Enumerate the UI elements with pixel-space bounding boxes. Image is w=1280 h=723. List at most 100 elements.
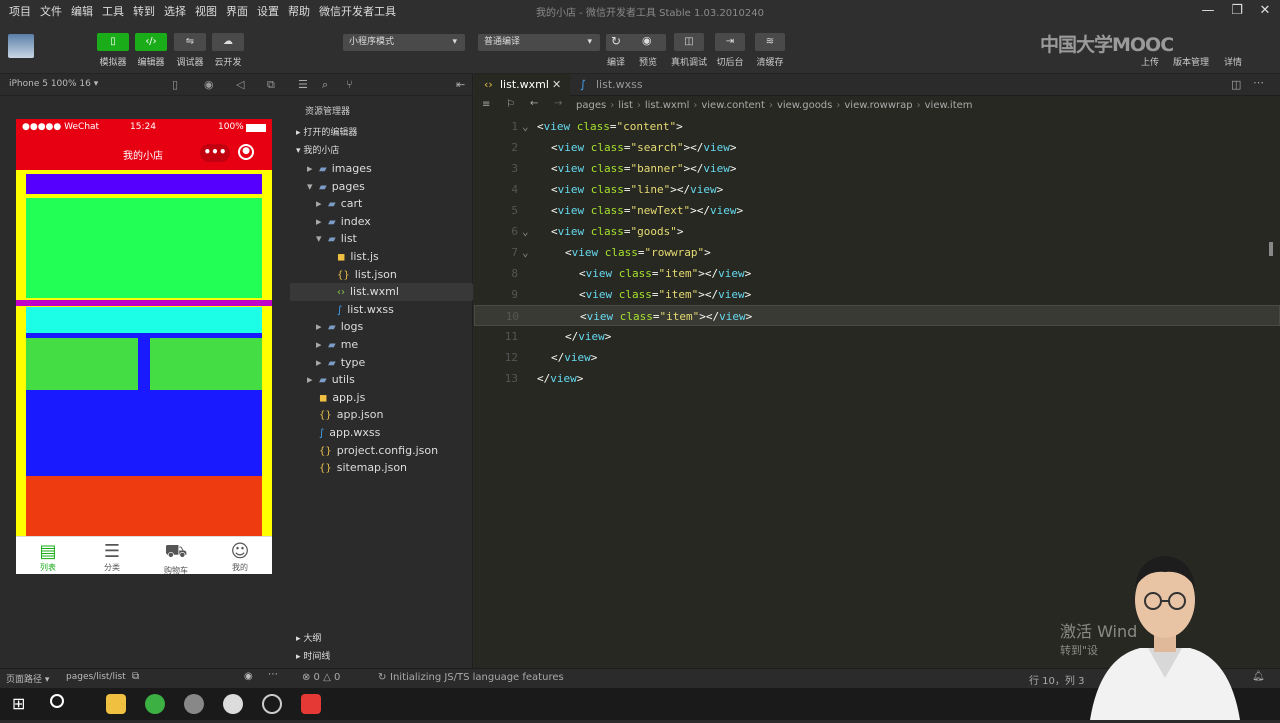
debugger-toggle-icon[interactable]: ⇋: [174, 33, 206, 51]
tree-item-sitemap-json[interactable]: {} sitemap.json: [290, 459, 473, 477]
tree-item-logs[interactable]: ▸ ▰ logs: [290, 318, 473, 336]
background-icon[interactable]: ⇥: [715, 33, 745, 51]
more-icon[interactable]: ⋯: [1253, 76, 1264, 89]
tree-item-pages[interactable]: ▾ ▰ pages: [290, 178, 473, 196]
code-line[interactable]: 10 <view class="item"></view>: [474, 305, 1280, 326]
breadcrumb-item[interactable]: view.goods: [777, 100, 832, 111]
code-line[interactable]: 13 </view>: [474, 368, 1280, 389]
fold-icon[interactable]: ⌄: [522, 116, 529, 137]
search-icon[interactable]: [50, 694, 64, 708]
xmind-icon[interactable]: [301, 694, 321, 714]
chrome-icon[interactable]: [262, 694, 282, 714]
page-path-select[interactable]: 页面路径 ▾: [6, 672, 49, 685]
breadcrumb-item[interactable]: view.item: [925, 100, 973, 111]
collapse-icon[interactable]: ⇤: [456, 78, 465, 91]
preview-label[interactable]: 预览: [626, 55, 670, 68]
breadcrumb-item[interactable]: pages: [576, 100, 606, 111]
forward-icon[interactable]: →: [554, 98, 562, 109]
tree-item-list-wxml[interactable]: ‹› list.wxml: [290, 283, 473, 302]
tree-item-list-js[interactable]: ◼ list.js: [290, 248, 473, 266]
fold-icon[interactable]: ⌄: [522, 221, 529, 242]
eye-icon[interactable]: ◉: [244, 671, 253, 682]
editor-toggle-icon[interactable]: ‹/›: [135, 33, 167, 51]
tab-category[interactable]: ☰ 分类: [92, 541, 132, 573]
tab-list-wxml[interactable]: ‹› list.wxml ✕: [474, 74, 570, 96]
code-line[interactable]: 3 <view class="banner"></view>: [474, 158, 1280, 179]
breadcrumb-item[interactable]: list: [618, 100, 633, 111]
list-icon[interactable]: ☰: [298, 78, 308, 91]
code-line[interactable]: ⌄ 1 <view class="content">: [474, 116, 1280, 137]
tree-item-me[interactable]: ▸ ▰ me: [290, 336, 473, 354]
menu-item-wechat-devtools[interactable]: 微信开发者工具: [319, 3, 396, 19]
code-line[interactable]: 5 <view class="newText"></view>: [474, 200, 1280, 221]
list-icon[interactable]: ≡: [482, 99, 490, 110]
code-line[interactable]: 12 </view>: [474, 347, 1280, 368]
split-editor-icon[interactable]: ◫: [1231, 78, 1241, 91]
more-icon[interactable]: •••: [200, 144, 230, 162]
code-line[interactable]: 2 <view class="search"></view>: [474, 137, 1280, 158]
tree-item-app-js[interactable]: ◼ app.js: [290, 389, 473, 407]
menu-item-settings[interactable]: 设置: [257, 3, 279, 19]
menu-item-interface[interactable]: 界面: [226, 3, 248, 19]
section-project[interactable]: ▾ 我的小店: [290, 142, 473, 160]
section-open-editors[interactable]: ▸ 打开的编辑器: [290, 124, 473, 142]
more-icon[interactable]: ⋯: [268, 669, 278, 680]
menu-item-project[interactable]: 项目: [9, 3, 31, 19]
bookmark-icon[interactable]: ⚐: [506, 99, 515, 110]
tab-list-wxss[interactable]: ∫ list.wxss: [570, 74, 650, 96]
sound-icon[interactable]: ◁: [236, 78, 244, 91]
close-icon[interactable]: ✕: [552, 74, 561, 96]
cursor-position[interactable]: 行 10，列 3: [1029, 672, 1084, 687]
menu-item-tools[interactable]: 工具: [102, 3, 124, 19]
maximize-icon[interactable]: ❐: [1222, 2, 1252, 20]
wechat-icon[interactable]: [223, 694, 243, 714]
code-line[interactable]: 4 <view class="line"></view>: [474, 179, 1280, 200]
code-line[interactable]: 11 </view>: [474, 326, 1280, 347]
search-icon[interactable]: ⌕: [322, 78, 328, 92]
tab-cart[interactable]: ⛟ 购物车: [156, 541, 196, 574]
eye-icon[interactable]: ◉: [642, 34, 652, 47]
record-icon[interactable]: ◉: [204, 78, 214, 91]
code-line[interactable]: ⌄ 7 <view class="rowwrap">: [474, 242, 1280, 263]
menu-item-select[interactable]: 选择: [164, 3, 186, 19]
tab-me[interactable]: ☺ 我的: [220, 541, 260, 573]
code-line[interactable]: ⌄ 6 <view class="goods">: [474, 221, 1280, 242]
cloud-dev-icon[interactable]: ☁: [212, 33, 244, 51]
tree-item-index[interactable]: ▸ ▰ index: [290, 213, 473, 231]
windows-start-icon[interactable]: ⊞: [12, 694, 25, 713]
tree-item-list[interactable]: ▾ ▰ list: [290, 230, 473, 248]
menu-item-view[interactable]: 视图: [195, 3, 217, 19]
tree-item-type[interactable]: ▸ ▰ type: [290, 354, 473, 372]
bell-icon[interactable]: 🔔︎: [1252, 671, 1265, 682]
mode-select[interactable]: 小程序模式 ▾: [343, 34, 465, 51]
tree-item-list-json[interactable]: {} list.json: [290, 266, 473, 284]
browser-icon[interactable]: [145, 694, 165, 714]
close-icon[interactable]: ✕: [1250, 2, 1280, 20]
tab-list[interactable]: ▤ 列表: [28, 541, 68, 573]
breadcrumb-item[interactable]: view.rowwrap: [844, 100, 912, 111]
tree-item-images[interactable]: ▸ ▰ images: [290, 160, 473, 178]
file-explorer-icon[interactable]: [106, 694, 126, 714]
menu-item-goto[interactable]: 转到: [133, 3, 155, 19]
clear-cache-icon[interactable]: ≋: [755, 33, 785, 51]
section-outline[interactable]: ▸ 大纲: [290, 630, 473, 648]
git-branch-icon[interactable]: ⑂: [346, 78, 353, 91]
capsule-close-icon[interactable]: ●: [238, 144, 254, 160]
app-icon[interactable]: [184, 694, 204, 714]
upload-label[interactable]: 上传: [1128, 55, 1172, 68]
tree-item-utils[interactable]: ▸ ▰ utils: [290, 371, 473, 389]
avatar[interactable]: [8, 34, 34, 58]
refresh-icon[interactable]: ↻: [611, 34, 621, 48]
details-label[interactable]: 详情: [1211, 55, 1255, 68]
tree-item-list-wxss[interactable]: ∫ list.wxss: [290, 301, 473, 319]
menu-item-help[interactable]: 帮助: [288, 3, 310, 19]
version-label[interactable]: 版本管理: [1169, 55, 1213, 68]
back-icon[interactable]: ←: [530, 98, 538, 109]
tree-item-app-json[interactable]: {} app.json: [290, 406, 473, 424]
phone-icon[interactable]: ▯: [172, 78, 178, 91]
copy-icon[interactable]: ⧉: [132, 671, 139, 682]
code-line[interactable]: 9 <view class="item"></view>: [474, 284, 1280, 305]
minimize-icon[interactable]: —: [1193, 2, 1223, 20]
section-timeline[interactable]: ▸ 时间线: [290, 648, 473, 666]
detach-icon[interactable]: ⧉: [267, 78, 275, 92]
